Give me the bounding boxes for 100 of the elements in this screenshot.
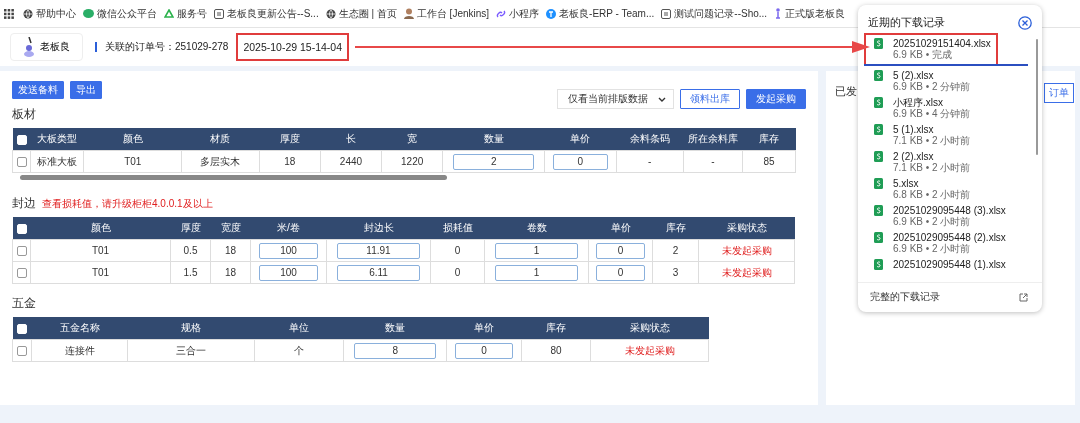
close-icon[interactable]	[1018, 15, 1032, 30]
logo-button[interactable]: 老板良	[10, 33, 83, 61]
file-name: 20251029151404.xlsx	[893, 38, 991, 49]
column-header: 材质	[181, 128, 260, 151]
file-name: 5 (2).xlsx	[893, 70, 935, 81]
row-checkbox[interactable]	[16, 268, 27, 279]
spreadsheet-file-icon	[874, 205, 883, 216]
file-name: 5.xlsx	[893, 178, 920, 189]
column-header: 卷数	[484, 217, 589, 240]
person-icon	[403, 8, 414, 19]
number-input[interactable]: 1	[494, 264, 579, 281]
file-details: 6.9 KB • 2 小时前	[893, 216, 972, 228]
spreadsheet-file-icon	[874, 124, 883, 135]
file-name: 5 (1).xlsx	[893, 124, 935, 135]
column-header: 规格	[127, 317, 255, 340]
file-details: 6.9 KB • 完成	[893, 49, 954, 61]
table-cell: 1220	[381, 150, 443, 173]
spreadsheet-file-icon	[874, 151, 883, 162]
toolbar-button[interactable]: 导出	[70, 81, 102, 99]
column-header: 宽度	[210, 217, 251, 240]
column-header: 单价	[588, 217, 653, 240]
number-input[interactable]: 2	[453, 153, 535, 170]
bookmark[interactable]: 测试问题记录--Sho...	[661, 6, 768, 21]
number-input[interactable]: 6.11	[336, 264, 421, 281]
section-title: 五金	[12, 295, 36, 312]
toolbar-button[interactable]: 发送备料	[12, 81, 64, 99]
number-input[interactable]: 100	[258, 264, 319, 281]
spreadsheet-file-icon	[874, 97, 883, 108]
apps-icon[interactable]	[4, 8, 14, 19]
action-button[interactable]: 发起采购	[746, 89, 806, 109]
select-all-checkbox[interactable]	[16, 134, 27, 145]
row-checkbox[interactable]	[16, 246, 27, 257]
row-checkbox[interactable]	[17, 346, 28, 357]
order-button[interactable]: 订单	[1044, 83, 1074, 103]
column-header: 损耗值	[430, 217, 485, 240]
row-checkbox[interactable]	[16, 157, 27, 168]
bookmark[interactable]: 生态圈 | 首页	[325, 6, 397, 21]
table-cell: T01	[83, 150, 182, 173]
bookmark[interactable]: 小程序	[496, 6, 540, 21]
download-item[interactable]: 20251029095448 (2).xlsx 6.9 KB • 2 小时前	[864, 230, 1042, 257]
accent-bar	[95, 42, 97, 52]
bookmark[interactable]: 老板良-ERP - Team...	[546, 6, 655, 21]
select-all-checkbox[interactable]	[17, 323, 28, 334]
download-item[interactable]: 小程序.xlsx 6.9 KB • 4 分钟前	[864, 95, 1042, 122]
mascot-icon	[23, 37, 35, 57]
column-header: 大板类型	[30, 128, 84, 151]
action-button[interactable]: 领料出库	[680, 89, 740, 109]
bookmark[interactable]: 微信公众平台	[83, 6, 157, 21]
select-all-checkbox[interactable]	[16, 223, 27, 234]
table-cell: 2440	[320, 150, 382, 173]
file-name: 20251029095448 (3).xlsx	[893, 205, 1006, 216]
globe-icon	[23, 8, 33, 19]
bookmark[interactable]: 正式版老板良	[774, 6, 846, 21]
number-input[interactable]: 8	[354, 342, 437, 359]
full-history-link[interactable]: 完整的下载记录	[870, 290, 940, 304]
chevron-icon	[658, 96, 666, 102]
file-name: 2 (2).xlsx	[893, 151, 935, 162]
bookmark[interactable]: 老板良更新公告--S...	[214, 6, 319, 21]
column-header: 颜色	[30, 217, 171, 240]
file-details: 6.9 KB • 2 分钟前	[893, 81, 971, 93]
bookmark[interactable]: 帮助中心	[23, 6, 76, 21]
number-input[interactable]: 0	[454, 342, 514, 359]
download-item[interactable]: 20251029095448 (3).xlsx 6.9 KB • 2 小时前	[864, 203, 1042, 230]
table-cell: 标准大板	[30, 150, 84, 173]
number-input[interactable]: 0	[552, 153, 609, 170]
number-input[interactable]: 11.91	[336, 242, 421, 259]
number-input[interactable]: 0	[595, 264, 646, 281]
file-details: 7.1 KB • 2 小时前	[893, 135, 971, 147]
download-item[interactable]: 5 (2).xlsx 6.9 KB • 2 分钟前	[864, 68, 1042, 95]
document-icon	[661, 8, 672, 19]
table-cell: 2	[652, 239, 699, 262]
number-input[interactable]: 1	[494, 242, 579, 259]
column-header: 颜色	[83, 128, 182, 151]
table-cell: -	[683, 150, 743, 173]
status-cell: 未发起采购	[590, 339, 709, 362]
download-item[interactable]: 2 (2).xlsx 7.1 KB • 2 小时前	[864, 149, 1042, 176]
bookmark[interactable]: 工作台 [Jenkins]	[403, 6, 490, 21]
table-cell: 三合一	[127, 339, 255, 362]
column-header: 宽	[381, 128, 443, 151]
spreadsheet-file-icon	[874, 259, 883, 270]
table-cell: 3	[652, 261, 699, 284]
scrollbar-thumb[interactable]	[20, 175, 447, 180]
column-header: 库存	[742, 128, 796, 151]
download-item[interactable]: 5 (1).xlsx 7.1 KB • 2 小时前	[864, 122, 1042, 149]
globe-icon	[325, 8, 336, 19]
scrollbar-thumb[interactable]	[1036, 39, 1038, 155]
section-title: 封边	[12, 195, 36, 212]
number-input[interactable]: 0	[595, 242, 646, 259]
document-icon	[214, 8, 224, 19]
triangle-icon	[164, 8, 174, 19]
column-header: 封边长	[326, 217, 431, 240]
filter-dropdown[interactable]: 仅看当前排版数据	[557, 89, 674, 109]
column-header: 米/卷	[250, 217, 327, 240]
bookmark[interactable]: 服务号	[164, 6, 207, 21]
download-item[interactable]: 5.xlsx 6.8 KB • 2 小时前	[864, 176, 1042, 203]
column-header: 单价	[544, 128, 617, 151]
timestamp: 2025-10-29 15-14-04	[236, 33, 350, 61]
download-item[interactable]: 20251029095448 (1).xlsx	[864, 257, 1042, 272]
external-link-icon[interactable]	[1019, 292, 1028, 302]
number-input[interactable]: 100	[258, 242, 319, 259]
